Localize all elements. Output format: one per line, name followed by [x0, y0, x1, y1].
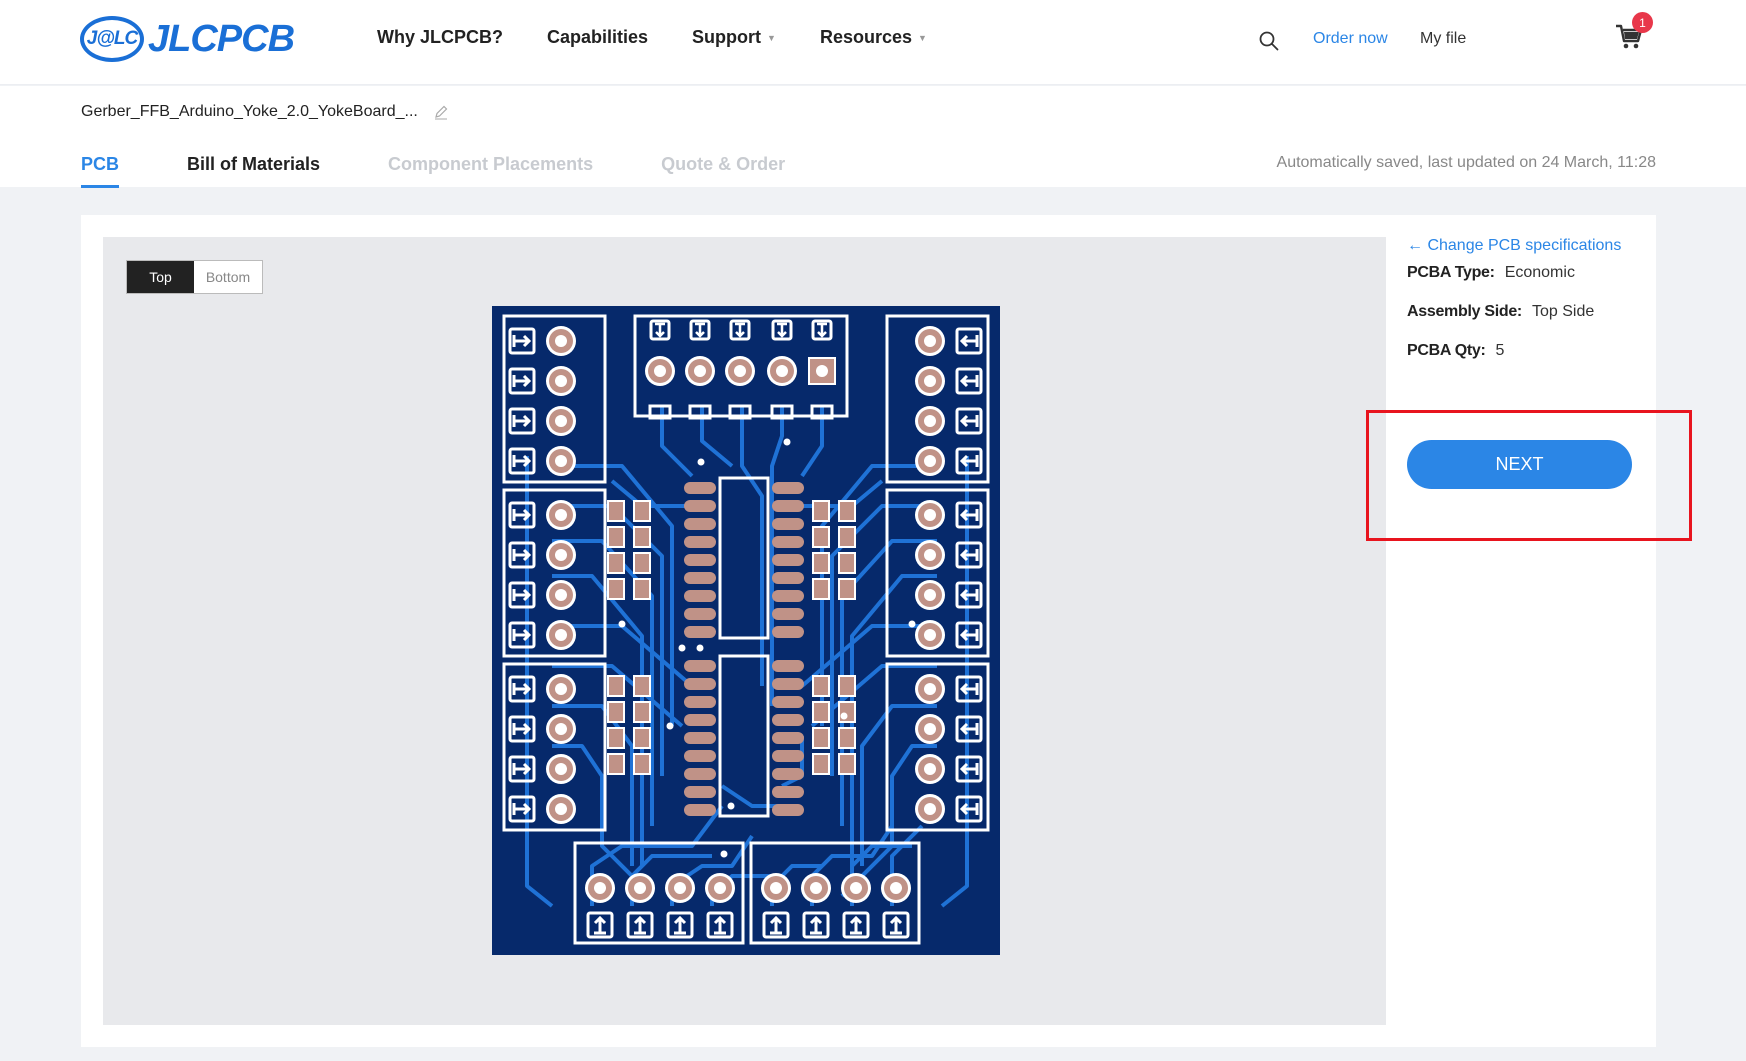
spec-assembly-side: Assembly Side: Top Side: [1407, 303, 1594, 321]
spec-label: PCBA Qty:: [1407, 342, 1486, 359]
pcb-viewer[interactable]: Top Bottom: [103, 237, 1386, 1025]
nav-support[interactable]: Support ▼: [692, 27, 776, 48]
pencil-icon[interactable]: [433, 104, 449, 120]
caret-down-icon: ▼: [918, 32, 927, 43]
nav-label: Resources: [819, 27, 913, 47]
top-navigation-bar: J@LC JLCPCB Why JLCPCB? Capabilities Sup…: [0, 0, 1746, 85]
highlight-annotation-box: [1366, 410, 1692, 541]
nav-resources[interactable]: Resources ▼: [820, 27, 927, 48]
spec-label: PCBA Type:: [1407, 264, 1495, 281]
my-file-link[interactable]: My file: [1420, 30, 1466, 48]
nav-capabilities[interactable]: Capabilities: [547, 27, 648, 48]
file-name: Gerber_FFB_Arduino_Yoke_2.0_YokeBoard_..…: [81, 103, 418, 120]
caret-down-icon: ▼: [767, 32, 776, 43]
spec-pcba-qty: PCBA Qty: 5: [1407, 342, 1504, 360]
nav-why-jlcpcb[interactable]: Why JLCPCB?: [377, 27, 503, 48]
spec-value: 5: [1495, 342, 1505, 359]
order-now-link[interactable]: Order now: [1313, 30, 1388, 48]
nav-label: Capabilities: [547, 27, 649, 47]
nav-label: Support: [692, 27, 762, 47]
spec-label: Assembly Side:: [1407, 303, 1522, 320]
step-tabs: PCB Bill of Materials Component Placemen…: [81, 154, 853, 188]
jlcpcb-logo[interactable]: J@LC JLCPCB: [80, 14, 295, 64]
search-icon[interactable]: [1258, 30, 1280, 52]
logo-badge: J@LC: [80, 16, 144, 62]
order-subheader: Gerber_FFB_Arduino_Yoke_2.0_YokeBoard_..…: [0, 86, 1746, 188]
spec-value: Economic: [1504, 264, 1575, 281]
main-nav: Why JLCPCB? Capabilities Support ▼ Resour…: [377, 27, 927, 48]
spec-value: Top Side: [1531, 303, 1595, 320]
tab-component-placements: Component Placements: [388, 154, 594, 174]
bottom-side-button[interactable]: Bottom: [194, 261, 262, 293]
top-side-button[interactable]: Top: [127, 261, 194, 293]
side-toggle: Top Bottom: [126, 260, 263, 294]
tab-bill-of-materials[interactable]: Bill of Materials: [187, 154, 320, 188]
pcb-review-card: Top Bottom ← Change PCB specifications P…: [81, 215, 1656, 1047]
autosave-status: Automatically saved, last updated on 24 …: [1276, 154, 1656, 171]
logo-text: JLCPCB: [148, 17, 295, 60]
change-pcb-specifications-link[interactable]: ← Change PCB specifications: [1407, 237, 1621, 255]
tab-quote-order: Quote & Order: [661, 154, 786, 174]
cart-count-badge: 1: [1632, 12, 1653, 33]
pcb-render-image: [492, 306, 1000, 955]
spec-pcba-type: PCBA Type: Economic: [1407, 264, 1575, 282]
tab-pcb[interactable]: PCB: [81, 154, 120, 188]
nav-label: Why JLCPCB?: [377, 27, 503, 47]
